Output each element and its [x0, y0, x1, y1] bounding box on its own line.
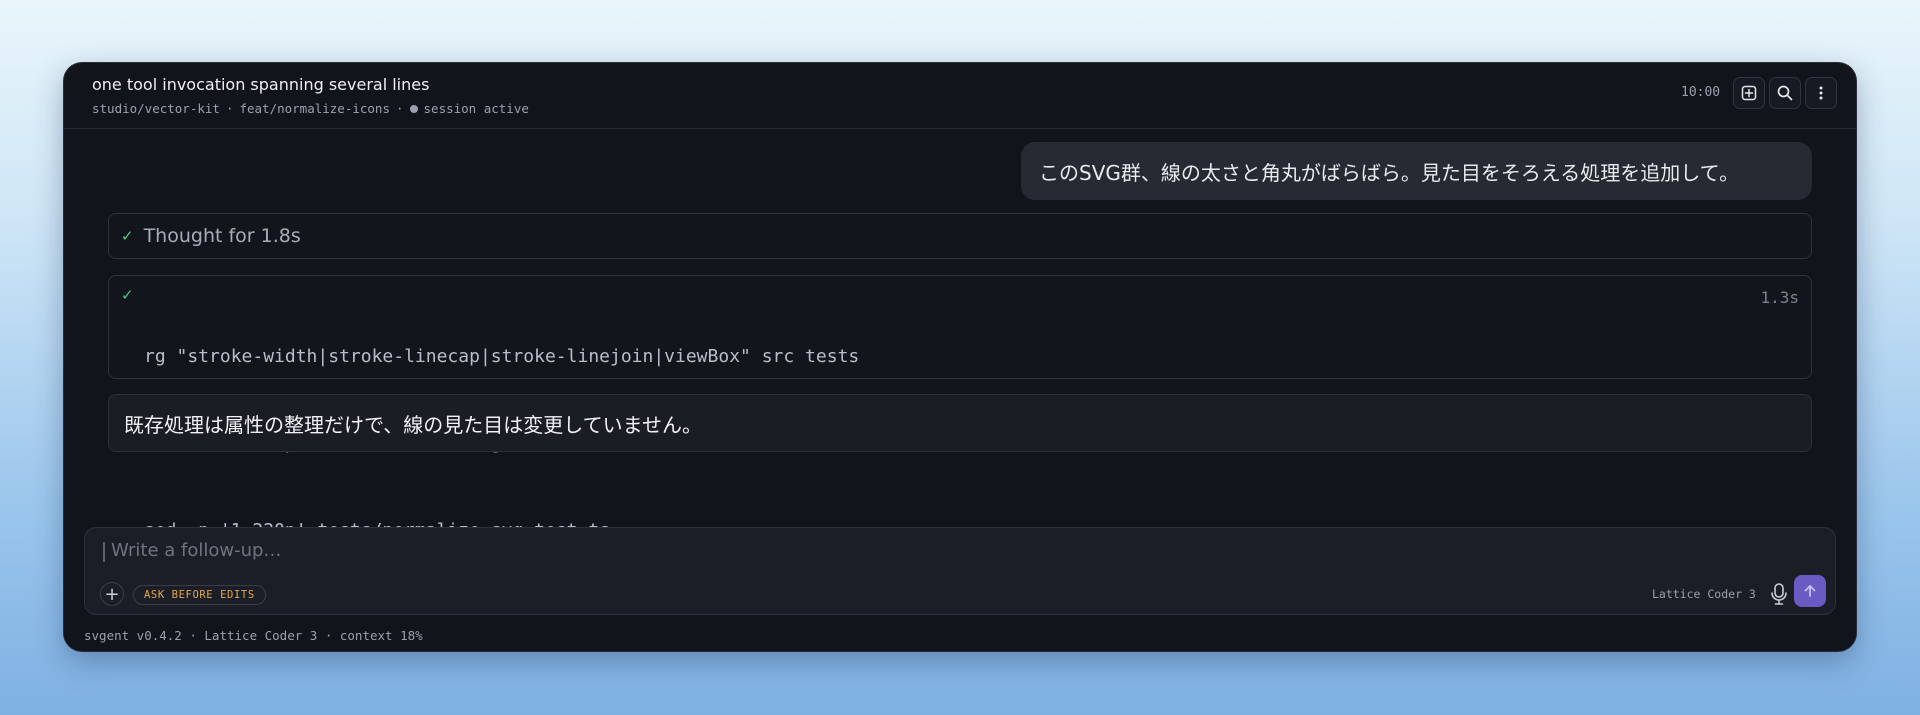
separator: ·: [225, 101, 234, 116]
search-button[interactable]: [1769, 77, 1801, 109]
follow-up-input[interactable]: Write a follow-up…: [111, 540, 281, 561]
page-title: one tool invocation spanning several lin…: [92, 75, 430, 94]
tool-invocation[interactable]: ✓ rg "stroke-width|stroke-linecap|stroke…: [108, 275, 1812, 541]
tool-command-line: rg "stroke-width|stroke-linecap|stroke-l…: [144, 346, 860, 367]
breadcrumb: studio/vector-kit · feat/normalize-icons…: [92, 101, 529, 116]
app-window: one tool invocation spanning several lin…: [64, 63, 1856, 651]
header: one tool invocation spanning several lin…: [64, 63, 1856, 129]
check-icon: ✓: [121, 286, 134, 304]
clock: 10:00: [1681, 85, 1721, 100]
plus-square-icon: [1741, 85, 1757, 101]
plus-icon: +: [104, 583, 120, 605]
mode-toggle[interactable]: ASK BEFORE EDITS: [133, 585, 266, 605]
search-icon: [1777, 85, 1793, 101]
model-selector[interactable]: Lattice Coder 3: [1652, 587, 1756, 601]
microphone-icon[interactable]: [1768, 582, 1790, 606]
thought-label: Thought for 1.8s: [143, 225, 301, 247]
separator: ·: [395, 101, 404, 116]
arrow-up-icon: [1804, 585, 1816, 597]
user-message: このSVG群、線の太さと角丸がばらばら。見た目をそろえる処理を追加して。: [1021, 142, 1812, 200]
repo-name: studio/vector-kit: [92, 101, 220, 116]
new-session-button[interactable]: [1733, 77, 1765, 109]
send-button[interactable]: [1794, 575, 1826, 607]
more-vertical-icon: [1819, 86, 1823, 100]
branch-name: feat/normalize-icons: [239, 101, 390, 116]
status-bar: svgent v0.4.2 · Lattice Coder 3 · contex…: [84, 628, 423, 643]
text-caret: [103, 542, 105, 562]
session-status: session active: [423, 101, 529, 116]
more-menu-button[interactable]: [1805, 77, 1837, 109]
check-icon: ✓: [121, 227, 134, 245]
tool-duration: 1.3s: [1760, 288, 1799, 307]
composer: Write a follow-up… + ASK BEFORE EDITS La…: [84, 527, 1836, 615]
assistant-message: 既存処理は属性の整理だけで、線の見た目は変更していません。: [108, 394, 1812, 452]
thought-block[interactable]: ✓ Thought for 1.8s: [108, 213, 1812, 259]
attach-button[interactable]: +: [100, 582, 124, 606]
session-status-dot: [409, 104, 418, 113]
